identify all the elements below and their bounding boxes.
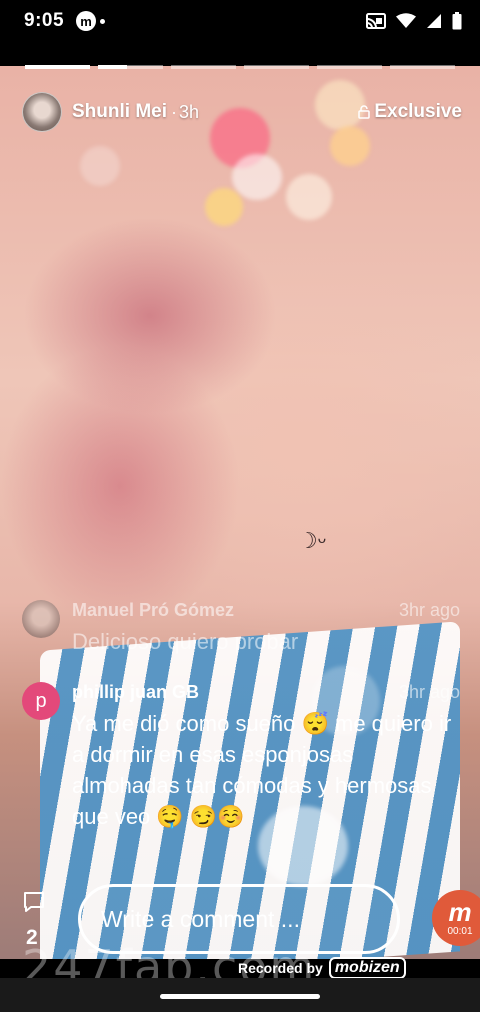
- cast-icon: [366, 13, 386, 29]
- header-separator: ·: [171, 101, 177, 122]
- progress-segment: [244, 65, 309, 69]
- comment-text: Delicioso quiero probar: [72, 629, 299, 654]
- recorded-by-label: Recorded by: [238, 960, 323, 976]
- status-time: 9:05: [24, 10, 65, 31]
- mobizen-status-icon: m: [76, 11, 97, 31]
- comment-item: Manuel Pró Gómez 3hr ago Delicioso quier…: [22, 600, 460, 660]
- story-header: Shunli Mei · 3h Exclusive: [22, 92, 462, 132]
- bokeh-light: [205, 188, 243, 226]
- progress-segment: [98, 65, 163, 69]
- bokeh-light: [232, 154, 282, 200]
- commenter-avatar[interactable]: [22, 600, 60, 638]
- battery-icon: [452, 12, 462, 30]
- commenter-name[interactable]: phillip juan GB: [72, 682, 199, 703]
- home-gesture-handle[interactable]: [160, 994, 320, 999]
- comment-time: 3hr ago: [398, 600, 460, 620]
- tattoo: ☽ᵕ: [298, 528, 327, 553]
- bokeh-light: [330, 126, 370, 166]
- exclusive-label: Exclusive: [374, 101, 462, 122]
- creator-name[interactable]: Shunli Mei: [72, 101, 167, 123]
- creator-avatar[interactable]: [22, 92, 62, 132]
- bokeh-light: [286, 174, 332, 220]
- progress-segment: [317, 65, 382, 69]
- bokeh-light: [80, 146, 120, 186]
- progress-segment: [171, 65, 236, 69]
- status-bar: 9:05 m: [0, 0, 480, 42]
- exclusive-badge: Exclusive: [358, 101, 462, 123]
- signal-icon: [427, 14, 441, 28]
- lock-icon: [358, 105, 371, 119]
- system-nav-bar: [0, 978, 480, 1012]
- progress-segment: [390, 65, 455, 69]
- recorder-logo: m: [448, 896, 472, 927]
- comment-time: 3hr ago: [398, 682, 460, 702]
- recorded-by-watermark: Recorded by mobizen: [238, 957, 406, 979]
- commenter-avatar[interactable]: p: [22, 682, 60, 720]
- screen-recorder-button[interactable]: m 00:01: [432, 890, 480, 946]
- wifi-icon: [396, 13, 416, 28]
- story-progress: [25, 65, 455, 70]
- comment-text: Ya me dió como sueño 😴 me quiero ir a do…: [72, 711, 452, 829]
- comment-icon[interactable]: [22, 890, 46, 914]
- recorder-timer: 00:01: [447, 925, 473, 937]
- recorder-brand: mobizen: [328, 957, 406, 979]
- progress-segment: [25, 65, 90, 69]
- post-time: 3h: [179, 101, 200, 122]
- comment-item: p phillip juan GB 3hr ago Ya me dió como…: [22, 682, 460, 872]
- commenter-name[interactable]: Manuel Pró Gómez: [72, 600, 234, 621]
- comment-placeholder: Write a comment ...: [101, 905, 300, 932]
- notification-dot-icon: [100, 18, 106, 24]
